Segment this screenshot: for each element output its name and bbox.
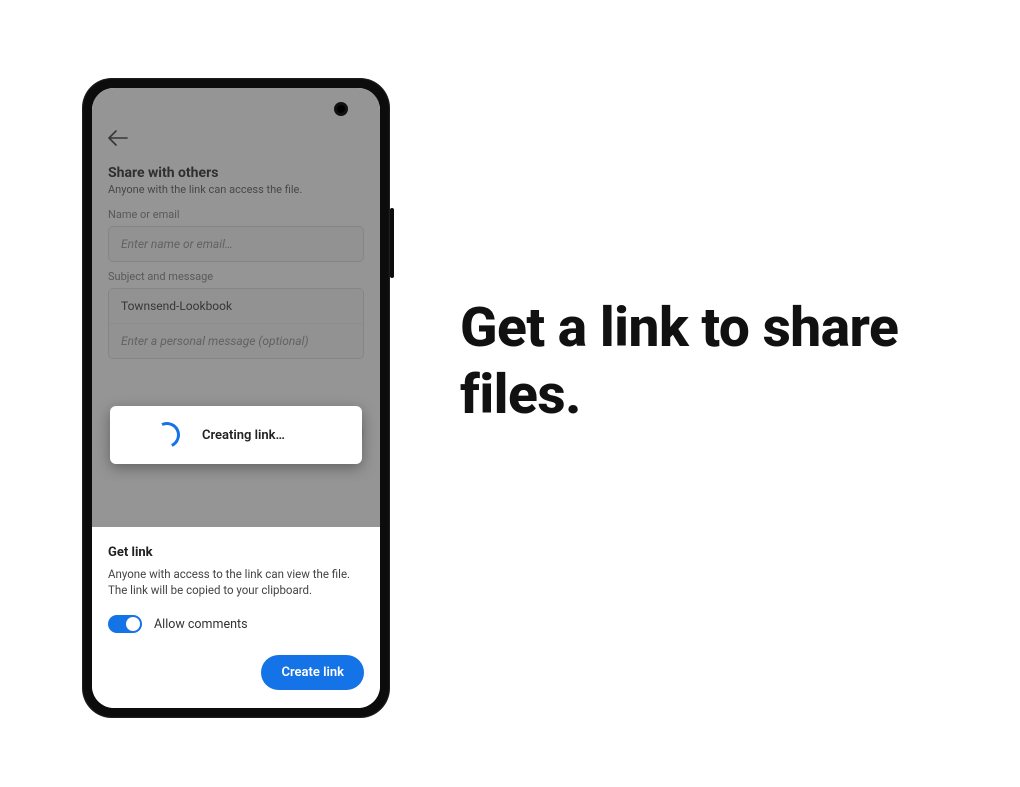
phone-frame: Share with others Anyone with the link c… — [82, 78, 390, 718]
toggle-knob — [126, 617, 140, 631]
allow-comments-row: Allow comments — [108, 615, 364, 633]
create-link-button[interactable]: Create link — [261, 655, 364, 690]
get-link-sheet: Get link Anyone with access to the link … — [92, 527, 380, 708]
sheet-title: Get link — [108, 545, 364, 560]
spinner-icon — [150, 418, 183, 451]
marketing-headline: Get a link to share files. — [460, 295, 980, 429]
phone-screen: Share with others Anyone with the link c… — [92, 88, 380, 708]
creating-link-toast: Creating link… — [110, 406, 362, 464]
sheet-description: Anyone with access to the link can view … — [108, 566, 364, 599]
allow-comments-label: Allow comments — [154, 617, 248, 632]
canvas: Get a link to share files. Share with ot… — [0, 0, 1020, 787]
toast-text: Creating link… — [202, 428, 285, 443]
front-camera — [334, 102, 348, 116]
allow-comments-toggle[interactable] — [108, 615, 142, 633]
